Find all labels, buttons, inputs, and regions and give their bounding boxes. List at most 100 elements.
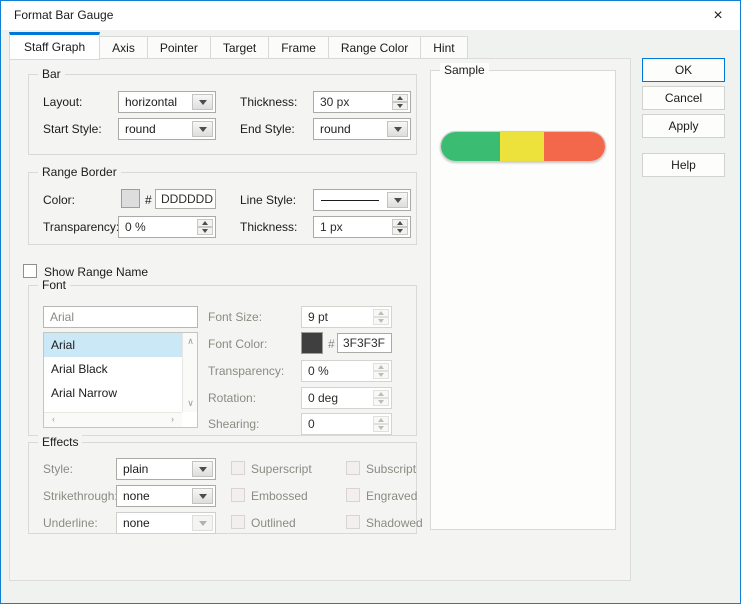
font-list[interactable]: Arial Arial Black Arial Narrow Arial Uni… [43,332,198,428]
line-style-dropdown[interactable] [313,189,411,211]
hash-sign: # [328,337,335,351]
show-range-name-label: Show Range Name [44,265,148,279]
sample-group: Sample [430,70,616,530]
gauge-segment-red [544,132,605,161]
shearing-label: Shearing: [208,417,259,431]
end-style-label: End Style: [240,122,295,136]
border-transparency-spinner[interactable]: 0 % [118,216,216,238]
spin-up-icon [373,363,389,371]
font-list-item[interactable]: Arial Black [44,357,182,381]
tab-pointer[interactable]: Pointer [147,36,211,59]
spin-up-icon[interactable] [392,219,408,227]
chevron-down-icon [192,515,213,531]
spin-down-icon[interactable] [392,102,408,110]
end-style-dropdown[interactable]: round [313,118,411,140]
font-list-item[interactable]: Arial Narrow [44,381,182,405]
sample-group-title: Sample [440,63,489,77]
font-name-input[interactable]: Arial [43,306,198,328]
horizontal-scrollbar[interactable]: ‹ › [44,412,182,427]
font-transparency-label: Transparency: [208,364,284,378]
underline-dropdown: none [116,512,216,534]
tab-staff-graph[interactable]: Staff Graph [9,32,100,60]
style-label: Style: [43,462,73,476]
border-color-hex-input[interactable]: DDDDDD [155,189,216,209]
font-color-label: Font Color: [208,337,267,351]
range-border-group-title: Range Border [38,165,121,179]
ok-button[interactable]: OK [642,58,725,82]
effects-group-title: Effects [38,435,82,449]
font-color-swatch[interactable] [301,332,323,354]
subscript-checkbox[interactable] [346,461,360,475]
font-size-spinner: 9 pt [301,306,392,328]
gauge-segment-green [441,132,500,161]
font-color-hex-input[interactable]: 3F3F3F [337,333,392,353]
effects-group: Effects Style: plain Strikethrough: none… [28,442,417,534]
spin-up-icon [373,390,389,398]
chevron-down-icon[interactable] [387,121,408,137]
thickness-label: Thickness: [240,95,297,109]
layout-dropdown[interactable]: horizontal [118,91,216,113]
range-border-group: Range Border Color: # DDDDDD Line Style:… [28,172,417,245]
chevron-down-icon[interactable] [192,461,213,477]
font-transparency-spinner: 0 % [301,360,392,382]
border-color-swatch[interactable] [121,189,140,208]
spin-up-icon [373,309,389,317]
spin-down-icon [373,317,389,325]
shadowed-label: Shadowed [366,516,423,530]
border-thickness-spinner[interactable]: 1 px [313,216,411,238]
bar-group: Bar Layout: horizontal Thickness: 30 px … [28,74,417,155]
tab-range-color[interactable]: Range Color [328,36,421,59]
strikethrough-dropdown[interactable]: none [116,485,216,507]
chevron-down-icon[interactable] [192,121,213,137]
chevron-down-icon[interactable] [192,94,213,110]
cancel-button[interactable]: Cancel [642,86,725,110]
spin-down-icon [373,398,389,406]
font-group-title: Font [38,278,70,292]
apply-button[interactable]: Apply [642,114,725,138]
engraved-checkbox[interactable] [346,488,360,502]
start-style-label: Start Style: [43,122,102,136]
vertical-scrollbar[interactable]: ∧ ∨ [182,333,197,412]
chevron-down-icon[interactable]: ∨ [183,398,198,409]
chevron-down-icon[interactable] [192,488,213,504]
chevron-right-icon[interactable]: › [165,414,180,424]
font-size-label: Font Size: [208,310,262,324]
tab-target[interactable]: Target [210,36,269,59]
bar-thickness-spinner[interactable]: 30 px [313,91,411,113]
chevron-up-icon[interactable]: ∧ [183,336,198,347]
style-dropdown[interactable]: plain [116,458,216,480]
close-icon[interactable]: × [706,5,730,26]
start-style-dropdown[interactable]: round [118,118,216,140]
shearing-spinner: 0 [301,413,392,435]
outlined-checkbox[interactable] [231,515,245,529]
format-bar-gauge-dialog: Format Bar Gauge × Staff Graph Axis Poin… [0,0,741,604]
embossed-checkbox[interactable] [231,488,245,502]
spin-up-icon[interactable] [197,219,213,227]
title-bar: Format Bar Gauge × [1,1,740,30]
hash-sign: # [145,193,152,207]
underline-label: Underline: [43,516,98,530]
font-list-item[interactable]: Arial Unicode MS [44,405,182,412]
subscript-label: Subscript [366,462,416,476]
bar-group-title: Bar [38,67,65,81]
font-list-item[interactable]: Arial [44,333,182,357]
shadowed-checkbox[interactable] [346,515,360,529]
border-color-label: Color: [43,193,75,207]
engraved-label: Engraved [366,489,417,503]
help-button[interactable]: Help [642,153,725,177]
chevron-down-icon[interactable] [387,192,408,208]
spin-up-icon[interactable] [392,94,408,102]
tab-axis[interactable]: Axis [99,36,148,59]
strikethrough-label: Strikethrough: [43,489,118,503]
superscript-checkbox[interactable] [231,461,245,475]
spin-down-icon[interactable] [197,227,213,235]
show-range-name-checkbox[interactable] [23,264,37,278]
tab-hint[interactable]: Hint [420,36,467,59]
dialog-title: Format Bar Gauge [14,8,113,22]
spin-down-icon[interactable] [392,227,408,235]
border-transparency-label: Transparency: [43,220,119,234]
tab-frame[interactable]: Frame [268,36,329,59]
chevron-left-icon[interactable]: ‹ [46,414,61,424]
spin-down-icon [373,371,389,379]
solid-line-sample [321,200,379,201]
